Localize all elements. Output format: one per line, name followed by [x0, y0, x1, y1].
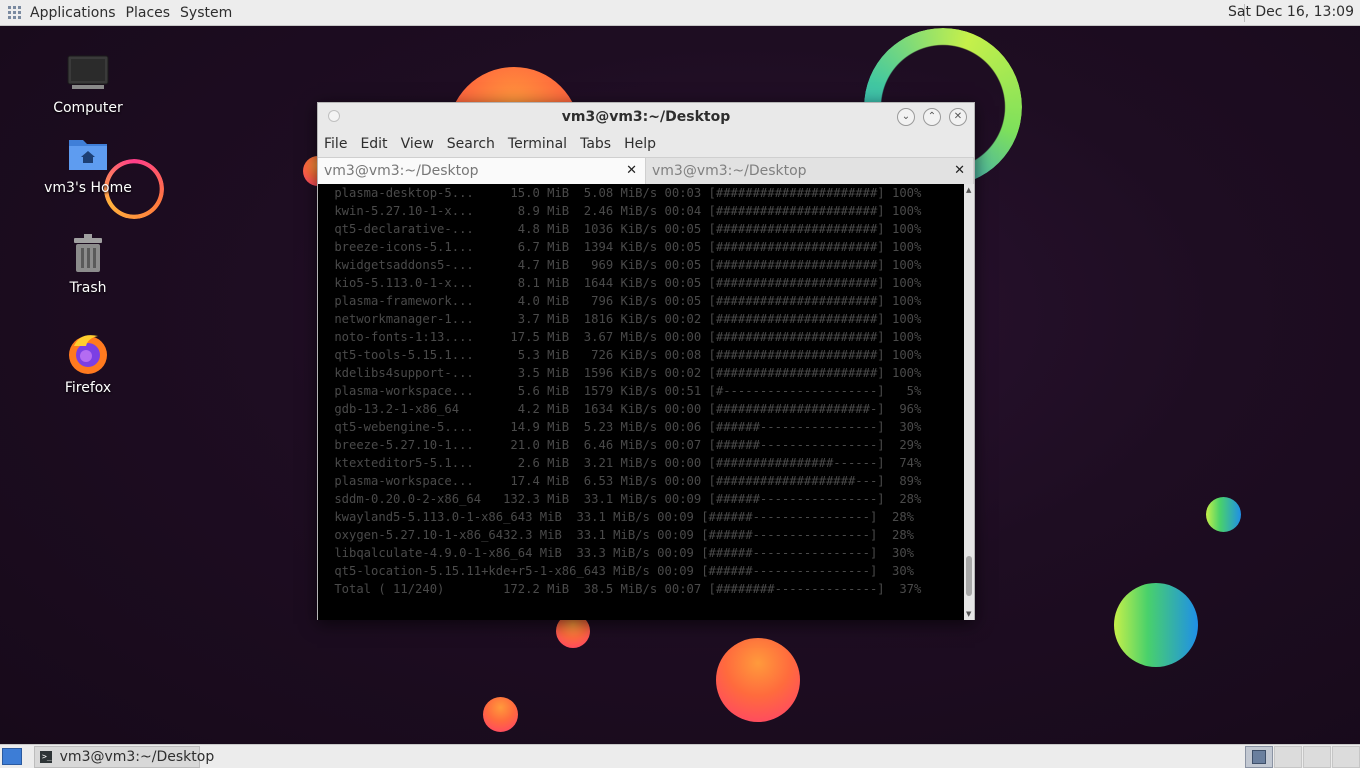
- terminal-tab-bar: vm3@vm3:~/Desktop ✕ vm3@vm3:~/Desktop ✕: [318, 157, 974, 184]
- terminal-line: kdelibs4support-... 3.5 MiB 1596 KiB/s 0…: [327, 366, 922, 380]
- tab-label: vm3@vm3:~/Desktop: [652, 163, 807, 179]
- decor-orange-ball-large: [716, 638, 800, 722]
- menu-file[interactable]: File: [324, 136, 347, 152]
- workspace-4[interactable]: [1332, 746, 1360, 768]
- terminal-line: plasma-desktop-5... 15.0 MiB 5.08 MiB/s …: [327, 186, 922, 200]
- terminal-line: ktexteditor5-5.1... 2.6 MiB 3.21 MiB/s 0…: [327, 456, 922, 470]
- terminal-menubar: File Edit View Search Terminal Tabs Help: [318, 131, 974, 157]
- terminal-line: breeze-icons-5.1... 6.7 MiB 1394 KiB/s 0…: [327, 240, 922, 254]
- menu-applications[interactable]: Applications: [30, 5, 116, 21]
- terminal-line: plasma-framework... 4.0 MiB 796 KiB/s 00…: [327, 294, 922, 308]
- desktop-icon-trash[interactable]: Trash: [38, 232, 138, 296]
- terminal-line: plasma-workspace... 5.6 MiB 1579 KiB/s 0…: [327, 384, 922, 398]
- tab-close-icon[interactable]: ✕: [954, 158, 965, 184]
- taskbar-item-label: vm3@vm3:~/Desktop: [59, 749, 215, 765]
- terminal-line: networkmanager-1... 3.7 MiB 1816 KiB/s 0…: [327, 312, 922, 326]
- home-folder-icon: [66, 132, 110, 176]
- scrollbar-thumb[interactable]: [966, 556, 972, 596]
- minimize-button[interactable]: ⌄: [897, 108, 915, 126]
- decor-green-ball-small: [1206, 497, 1241, 532]
- terminal-window[interactable]: vm3@vm3:~/Desktop ⌄ ⌃ ✕ File Edit View S…: [317, 102, 975, 620]
- menu-search[interactable]: Search: [447, 136, 495, 152]
- top-panel: Applications Places System Sat Dec 16, 1…: [0, 0, 1360, 26]
- menu-terminal[interactable]: Terminal: [508, 136, 567, 152]
- terminal-line: noto-fonts-1:13.... 17.5 MiB 3.67 MiB/s …: [327, 330, 922, 344]
- firefox-icon: [66, 332, 110, 376]
- scroll-up-arrow-icon[interactable]: ▲: [966, 186, 971, 194]
- terminal-line: qt5-location-5.15.11+kde+r5-1-x86_643 Mi…: [327, 564, 914, 578]
- scroll-down-arrow-icon[interactable]: ▼: [966, 610, 971, 618]
- desktop-icon-firefox[interactable]: Firefox: [38, 332, 138, 396]
- tab-1[interactable]: vm3@vm3:~/Desktop ✕: [318, 158, 646, 184]
- terminal-line: kio5-5.113.0-1-x... 8.1 MiB 1644 KiB/s 0…: [327, 276, 922, 290]
- terminal-line: Total ( 11/240) 172.2 MiB 38.5 MiB/s 00:…: [327, 582, 922, 596]
- window-titlebar[interactable]: vm3@vm3:~/Desktop ⌄ ⌃ ✕: [318, 103, 974, 131]
- terminal-scrollbar[interactable]: ▲ ▼: [964, 184, 974, 620]
- desktop-icon-home[interactable]: vm3's Home: [38, 132, 138, 196]
- window-menu-icon[interactable]: [328, 110, 340, 122]
- tab-close-icon[interactable]: ✕: [626, 158, 637, 184]
- clock[interactable]: Sat Dec 16, 13:09: [1228, 4, 1354, 20]
- workspace-3[interactable]: [1303, 746, 1331, 768]
- terminal-line: kwidgetsaddons5-... 4.7 MiB 969 KiB/s 00…: [327, 258, 922, 272]
- close-button[interactable]: ✕: [949, 108, 967, 126]
- desktop-icon-computer[interactable]: Computer: [38, 52, 138, 116]
- window-title: vm3@vm3:~/Desktop: [561, 109, 731, 125]
- taskbar-item-terminal[interactable]: >_ vm3@vm3:~/Desktop: [34, 746, 214, 768]
- menu-places[interactable]: Places: [126, 5, 171, 21]
- terminal-line: breeze-5.27.10-1... 21.0 MiB 6.46 MiB/s …: [327, 438, 922, 452]
- menu-help[interactable]: Help: [624, 136, 656, 152]
- computer-icon: [66, 52, 110, 96]
- desktop-icon-label: Trash: [69, 280, 107, 296]
- maximize-button[interactable]: ⌃: [923, 108, 941, 126]
- terminal-line: libqalculate-4.9.0-1-x86_64 MiB 33.3 MiB…: [327, 546, 914, 560]
- terminal-line: kwayland5-5.113.0-1-x86_643 MiB 33.1 MiB…: [327, 510, 914, 524]
- terminal-line: qt5-declarative-... 4.8 MiB 1036 KiB/s 0…: [327, 222, 922, 236]
- menu-tabs[interactable]: Tabs: [580, 136, 611, 152]
- menu-view[interactable]: View: [401, 136, 434, 152]
- bottom-panel: >_ vm3@vm3:~/Desktop: [0, 744, 1360, 768]
- desktop-icon-label: Computer: [53, 100, 123, 116]
- terminal-line: qt5-tools-5.15.1... 5.3 MiB 726 KiB/s 00…: [327, 348, 922, 362]
- menu-edit[interactable]: Edit: [360, 136, 387, 152]
- workspace-2[interactable]: [1274, 746, 1302, 768]
- tab-2[interactable]: vm3@vm3:~/Desktop ✕: [646, 158, 974, 184]
- tab-label: vm3@vm3:~/Desktop: [324, 163, 479, 179]
- desktop-icon-label: vm3's Home: [44, 180, 132, 196]
- terminal-line: qt5-webengine-5.... 14.9 MiB 5.23 MiB/s …: [327, 420, 922, 434]
- terminal-line: oxygen-5.27.10-1-x86_6432.3 MiB 33.1 MiB…: [327, 528, 914, 542]
- menu-system[interactable]: System: [180, 5, 232, 21]
- terminal-output[interactable]: plasma-desktop-5... 15.0 MiB 5.08 MiB/s …: [318, 184, 965, 620]
- applications-grid-icon[interactable]: [8, 5, 22, 20]
- terminal-line: kwin-5.27.10-1-x... 8.9 MiB 2.46 MiB/s 0…: [327, 204, 922, 218]
- workspace-1[interactable]: [1245, 746, 1273, 768]
- terminal-line: plasma-workspace... 17.4 MiB 6.53 MiB/s …: [327, 474, 922, 488]
- show-desktop-button[interactable]: [2, 748, 22, 765]
- terminal-line: sddm-0.20.0-2-x86_64 132.3 MiB 33.1 MiB/…: [327, 492, 922, 506]
- terminal-line: gdb-13.2-1-x86_64 4.2 MiB 1634 KiB/s 00:…: [327, 402, 922, 416]
- decor-orange-ball-bottom: [483, 697, 518, 732]
- desktop-icon-label: Firefox: [64, 380, 112, 396]
- terminal-text: plasma-desktop-5... 15.0 MiB 5.08 MiB/s …: [318, 184, 965, 598]
- decor-green-ball-large: [1114, 583, 1198, 667]
- terminal-icon: >_: [40, 751, 52, 763]
- trash-icon: [66, 232, 110, 276]
